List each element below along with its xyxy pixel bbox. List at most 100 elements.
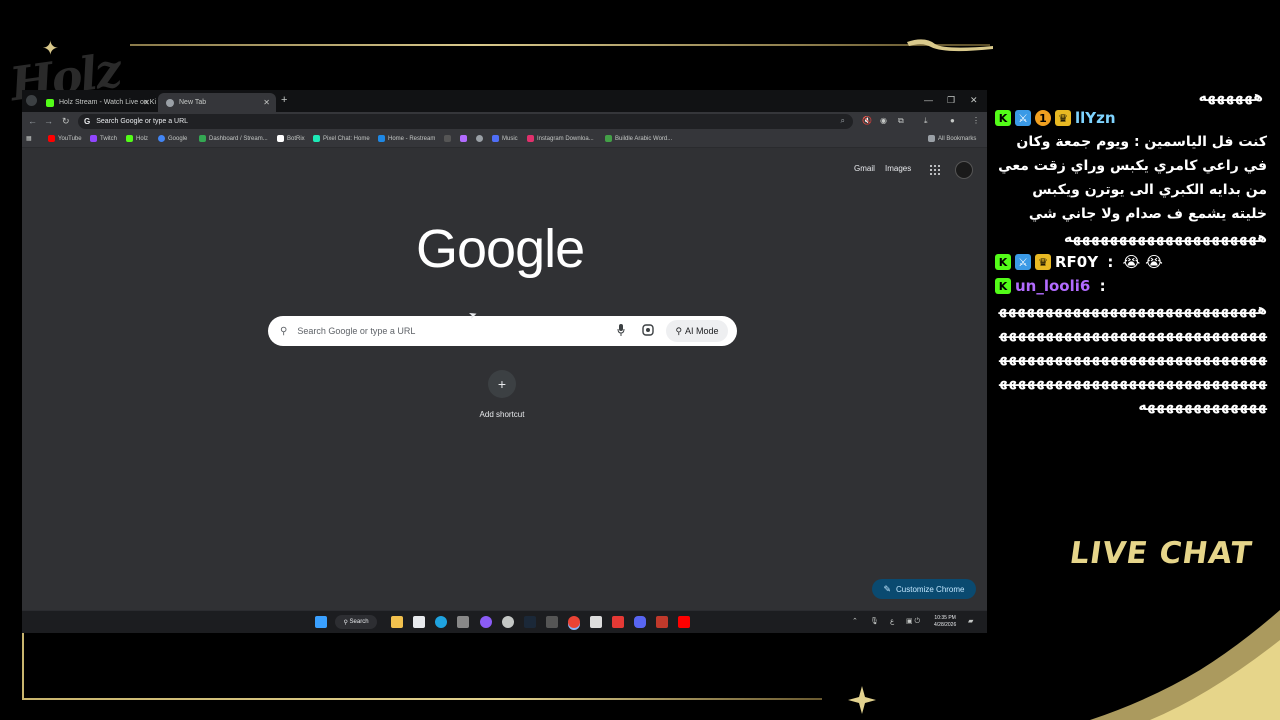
instagram-icon bbox=[527, 135, 534, 142]
edge-icon[interactable] bbox=[435, 616, 447, 628]
calculator-icon[interactable] bbox=[457, 616, 469, 628]
notification-icon[interactable]: ▰ bbox=[968, 617, 973, 625]
close-icon[interactable]: ✕ bbox=[143, 98, 150, 107]
zoom-search-icon[interactable]: ⌕ bbox=[841, 116, 845, 126]
tray-chevron-icon[interactable]: ⌃ bbox=[852, 617, 858, 625]
ai-mode-label: AI Mode bbox=[685, 326, 719, 336]
google-lens-icon[interactable] bbox=[642, 324, 654, 336]
tab-new-tab[interactable]: New Tab ✕ bbox=[158, 93, 276, 112]
youtube-icon bbox=[48, 135, 55, 142]
bookmark-youtube[interactable]: YouTube bbox=[48, 135, 82, 142]
ai-mode-button[interactable]: ⚲ AI Mode bbox=[666, 320, 728, 342]
overlay-frame-bottom bbox=[22, 698, 822, 700]
youtube-icon[interactable] bbox=[678, 616, 690, 628]
bookmark-extra-2[interactable] bbox=[460, 135, 470, 142]
search-icon: ⚲ bbox=[280, 325, 288, 337]
chat-message-text: 😭 😭 bbox=[1122, 253, 1163, 271]
menu-dots-icon[interactable]: ⋮ bbox=[972, 116, 980, 125]
address-bar[interactable]: G Search Google or type a URL ⌕ bbox=[78, 114, 853, 129]
folder-icon bbox=[928, 135, 935, 142]
bookmark-music[interactable]: Music bbox=[492, 135, 518, 142]
dashboard-icon bbox=[199, 135, 206, 142]
bookmark-icon bbox=[460, 135, 467, 142]
language-indicator[interactable]: ع bbox=[890, 617, 894, 625]
tab-holz-stream[interactable]: Holz Stream - Watch Live on Ki ✕ bbox=[38, 93, 156, 112]
puzzle-icon[interactable]: ⧉ bbox=[898, 116, 904, 126]
chat-message: K ⚔ ♛ RF0Y : 😭 😭 bbox=[993, 250, 1271, 274]
app-icon[interactable] bbox=[656, 616, 668, 628]
chat-separator: : bbox=[1102, 253, 1119, 271]
bookmark-botrix[interactable]: BotRix bbox=[277, 135, 305, 142]
kick-favicon-icon bbox=[46, 98, 54, 107]
chat-fragment: ههههههه bbox=[1198, 89, 1263, 105]
music-icon bbox=[492, 135, 499, 142]
minimize-icon[interactable]: — bbox=[924, 95, 933, 105]
bookmark-extra-3[interactable] bbox=[476, 135, 486, 142]
account-avatar[interactable] bbox=[955, 161, 973, 179]
back-arrow-icon[interactable]: ← bbox=[28, 116, 37, 126]
profile-icon[interactable] bbox=[26, 95, 37, 106]
bookmark-dashboard[interactable]: Dashboard / Stream... bbox=[199, 135, 268, 142]
file-explorer-icon[interactable] bbox=[391, 616, 403, 628]
bookmark-restream[interactable]: Home - Restream bbox=[378, 135, 435, 142]
taskbar-search[interactable]: ⚲ Search bbox=[335, 615, 377, 629]
steam-icon[interactable] bbox=[524, 616, 536, 628]
new-tab-plus-icon[interactable]: + bbox=[281, 94, 287, 106]
download-icon[interactable]: ⤓ bbox=[924, 116, 928, 126]
keyboard-icon[interactable] bbox=[546, 616, 558, 628]
chrome-icon[interactable] bbox=[568, 616, 580, 628]
google-logo: Google bbox=[416, 219, 585, 279]
chat-message-text: كنت فل الياسمين : ويوم جمعة وكان في راعي… bbox=[998, 134, 1267, 246]
restore-icon[interactable]: ❐ bbox=[947, 95, 955, 106]
address-bar-text: Search Google or type a URL bbox=[96, 118, 189, 125]
acrobat-icon[interactable] bbox=[612, 616, 624, 628]
bookmark-pixel-chat[interactable]: Pixel Chat: Home bbox=[313, 135, 370, 142]
kick-badge-icon: K bbox=[995, 278, 1011, 294]
browser-toolbar: ← → ↻ G Search Google or type a URL ⌕ 🔇 … bbox=[22, 112, 987, 131]
google-search-box[interactable]: ⚲ Search Google or type a URL ⚲ AI Mode bbox=[268, 316, 737, 346]
chat-username[interactable]: un_looli6 bbox=[1015, 277, 1090, 295]
images-link[interactable]: Images bbox=[885, 164, 911, 173]
apps-grid-icon[interactable]: ▦ bbox=[26, 135, 32, 142]
tray-mic-icon[interactable]: 🎙 bbox=[870, 617, 879, 625]
add-shortcut-button[interactable]: + bbox=[488, 370, 516, 398]
ai-sparkle-icon: ⚲ bbox=[675, 325, 683, 336]
mute-icon[interactable]: 🔇 bbox=[862, 116, 872, 125]
extension-icon[interactable]: ◉ bbox=[880, 116, 887, 125]
bookmark-buildle[interactable]: Buildle Arabic Word... bbox=[605, 135, 672, 142]
bookmark-icon bbox=[444, 135, 451, 142]
network-volume-icon[interactable]: ▣ ⏻ bbox=[906, 617, 920, 626]
all-bookmarks[interactable]: All Bookmarks bbox=[928, 135, 976, 142]
bookmark-holz[interactable]: Holz bbox=[126, 135, 148, 142]
messenger-icon[interactable] bbox=[480, 616, 492, 628]
bookmark-label: Buildle Arabic Word... bbox=[615, 135, 673, 142]
sword-badge-icon: ⚔ bbox=[1015, 110, 1031, 126]
subscriber-badge-icon: 1 bbox=[1035, 110, 1051, 126]
bookmark-google[interactable]: Google bbox=[158, 135, 187, 142]
forward-arrow-icon[interactable]: → bbox=[44, 116, 53, 126]
kick-badge-icon: K bbox=[995, 110, 1011, 126]
gold-star-icon bbox=[848, 686, 876, 714]
bookmark-extra-1[interactable] bbox=[444, 135, 454, 142]
store-icon[interactable] bbox=[413, 616, 425, 628]
chrome-favicon-icon bbox=[166, 98, 174, 107]
bookmarks-bar: ▦ YouTube Twitch Holz Google Dashboard /… bbox=[22, 131, 987, 148]
google-apps-icon[interactable] bbox=[930, 165, 940, 175]
chat-username[interactable]: RF0Y bbox=[1055, 253, 1098, 271]
customize-chrome-button[interactable]: ✎ Customize Chrome bbox=[872, 579, 976, 599]
obs-icon[interactable] bbox=[502, 616, 514, 628]
gmail-link[interactable]: Gmail bbox=[854, 164, 875, 173]
taskbar-clock[interactable]: 10:35 PM 4/28/2026 bbox=[934, 615, 956, 629]
reload-icon[interactable]: ↻ bbox=[62, 116, 70, 127]
bookmark-twitch[interactable]: Twitch bbox=[90, 135, 117, 142]
close-icon[interactable]: ✕ bbox=[263, 98, 270, 107]
profile-avatar-icon[interactable]: ● bbox=[950, 116, 955, 125]
window-close-icon[interactable]: ✕ bbox=[970, 95, 978, 106]
capcut-icon[interactable] bbox=[590, 616, 602, 628]
windows-start-icon[interactable] bbox=[315, 616, 327, 628]
chat-username[interactable]: llYzn bbox=[1075, 109, 1116, 127]
crown-badge-icon: ♛ bbox=[1055, 110, 1071, 126]
bookmark-instagram[interactable]: Instagram Downloa... bbox=[527, 135, 594, 142]
microphone-icon[interactable] bbox=[617, 324, 625, 336]
discord-icon[interactable] bbox=[634, 616, 646, 628]
